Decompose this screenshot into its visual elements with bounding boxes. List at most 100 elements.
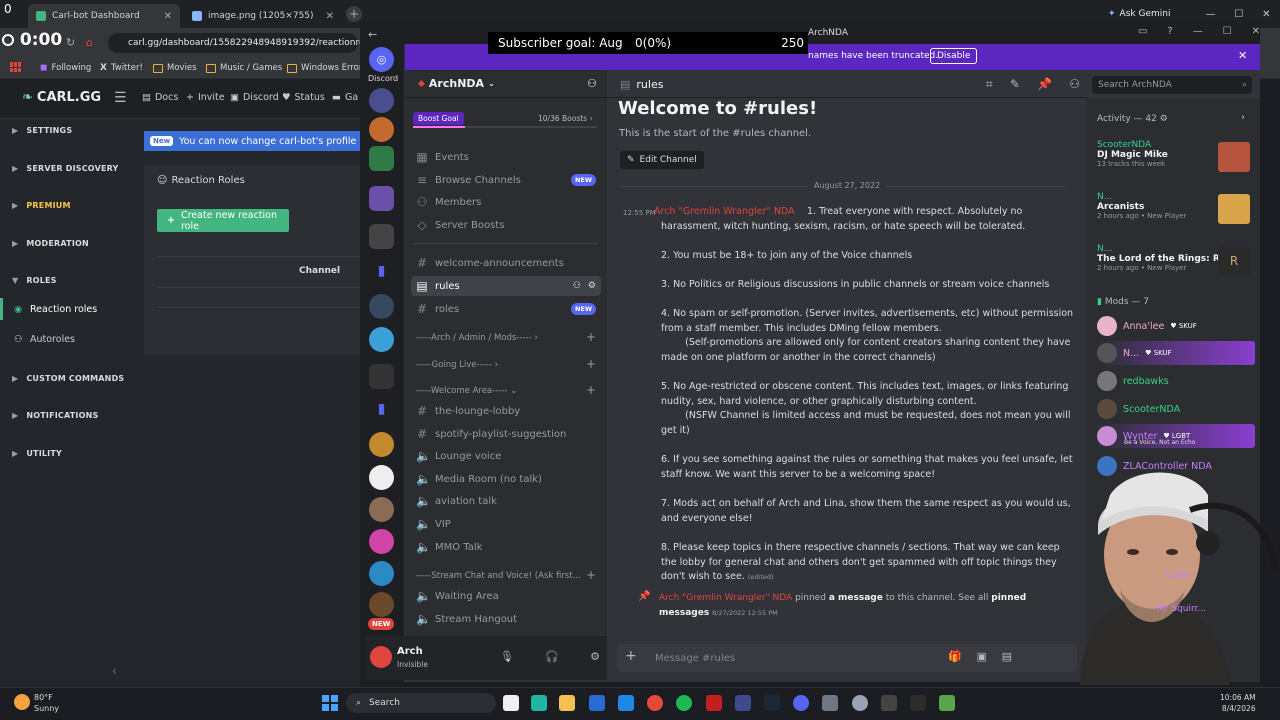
voice-aviation-talk[interactable]: 🔈 aviation talk (416, 494, 497, 508)
section-premium[interactable]: ▶ PREMIUM (12, 201, 71, 210)
app-icon[interactable] (531, 695, 547, 711)
gear-icon[interactable]: ⚙ (590, 650, 600, 663)
microphone-icon[interactable]: 🎙 (500, 650, 514, 663)
voice-stream-hangout[interactable]: 🔈 Stream Hangout (416, 612, 517, 626)
section-server-discovery[interactable]: ▶ SERVER DISCOVERY (12, 164, 119, 173)
pin-icon[interactable]: 📌 (1037, 77, 1052, 92)
boost-goal-badge[interactable]: Boost Goal (413, 112, 464, 125)
app-icon[interactable] (881, 695, 897, 711)
hamburger-menu-icon[interactable]: ☰ (114, 90, 127, 106)
folder-icon[interactable]: ▮ (369, 401, 394, 426)
section-moderation[interactable]: ▶ MODERATION (12, 239, 89, 248)
server-icon[interactable] (369, 529, 394, 554)
app-icon[interactable] (910, 695, 926, 711)
nav-members[interactable]: ⚇ Members (416, 195, 482, 209)
server-folder-icon[interactable] (369, 224, 394, 249)
pin-message-link[interactable]: a message (829, 593, 883, 603)
help-icon[interactable]: ? (1167, 26, 1172, 37)
mute-icon[interactable]: ✎ (1010, 77, 1020, 92)
category-going-live[interactable]: -----Going Live----- › (416, 360, 498, 370)
server-icon[interactable] (369, 592, 394, 617)
channel-roles[interactable]: # roles NEW (416, 302, 596, 316)
avatar[interactable] (370, 646, 392, 668)
voice-vip[interactable]: 🔈 VIP (416, 517, 451, 531)
add-channel-icon[interactable]: + (586, 568, 596, 582)
close-icon[interactable]: ✕ (1252, 26, 1260, 37)
category-welcome-area[interactable]: -----Welcome Area----- ⌄ (416, 386, 517, 396)
channel-welcome-announcements[interactable]: # welcome-announcements (416, 256, 564, 270)
new-feature-banner[interactable]: New You can now change carl-bot's profil… (144, 131, 360, 151)
member-partial[interactable]: Cudix (1165, 571, 1191, 581)
app-icon[interactable] (822, 695, 838, 711)
tab-image[interactable]: image.png (1205×755) ✕ (184, 4, 342, 28)
app-icon[interactable] (589, 695, 605, 711)
nav-invite[interactable]: + Invite (186, 92, 225, 103)
taskbar-clock[interactable]: 10:06 AM 8/4/2026 (1220, 692, 1256, 714)
channel-rules[interactable]: ▤ rules ⚇ ⚙ (416, 279, 596, 293)
bookmark-windows-error[interactable]: Windows Error (287, 60, 362, 76)
server-icon[interactable] (369, 88, 394, 113)
file-explorer-icon[interactable] (559, 695, 575, 711)
nav-browse-channels[interactable]: ≡ Browse Channels NEW (416, 173, 596, 187)
gear-icon[interactable]: ⚙ (588, 281, 596, 291)
server-icon[interactable] (369, 432, 394, 457)
gift-icon[interactable]: 🎁 (948, 650, 962, 663)
add-channel-icon[interactable]: + (586, 357, 596, 371)
voice-media-room[interactable]: 🔈 Media Room (no talk) (416, 472, 542, 486)
voice-mmo-talk[interactable]: 🔈 MMO Talk (416, 540, 482, 554)
invite-icon[interactable]: ⚇ (587, 77, 597, 90)
members-icon[interactable]: ⚇ (1069, 77, 1080, 92)
discord-taskbar-icon[interactable] (793, 695, 809, 711)
add-attachment-icon[interactable]: + (625, 648, 637, 664)
server-header[interactable]: ◆ ArchNDA ⌄ ⚇ (405, 70, 607, 98)
app-icon[interactable] (735, 695, 751, 711)
headphones-icon[interactable]: 🎧 (545, 650, 559, 663)
nav-server-boosts[interactable]: ◇ Server Boosts (416, 218, 504, 232)
url-input[interactable]: carl.gg/dashboard/155822948948919392/rea… (108, 33, 377, 53)
carl-logo[interactable]: ❧ CARL.GG (22, 90, 101, 105)
new-tab-icon[interactable]: + (346, 6, 362, 22)
nav-events[interactable]: ▦ Events (416, 150, 469, 164)
voice-lounge[interactable]: 🔈 Lounge voice (416, 449, 501, 463)
maximize-icon[interactable]: ☐ (1234, 9, 1243, 20)
section-notifications[interactable]: ▶ NOTIFICATIONS (12, 411, 98, 420)
maximize-icon[interactable]: ☐ (1223, 26, 1232, 37)
server-folder-icon[interactable] (369, 186, 394, 211)
chrome-icon[interactable] (647, 695, 663, 711)
bookmark-following[interactable]: ◼ Following (40, 60, 91, 76)
add-channel-icon[interactable]: + (586, 383, 596, 397)
server-icon[interactable] (369, 465, 394, 490)
channel-spotify-playlist-suggestion[interactable]: # spotify-playlist-suggestion (416, 427, 566, 441)
apps-grid-icon[interactable] (10, 62, 21, 72)
message-author[interactable]: Arch "Gremlin Wrangler" NDA (654, 206, 795, 217)
home-icon[interactable]: ⌂ (86, 36, 93, 49)
add-channel-icon[interactable]: + (586, 330, 596, 344)
close-icon[interactable]: ✕ (1262, 9, 1270, 20)
nav-discord[interactable]: ▣ Discord (230, 92, 279, 103)
tab-close-icon[interactable]: ✕ (326, 11, 334, 22)
spotify-icon[interactable] (676, 695, 692, 711)
bookmark-movies[interactable]: Movies (153, 60, 197, 76)
minimize-icon[interactable]: — (1193, 26, 1203, 37)
app-icon[interactable] (618, 695, 634, 711)
app-icon[interactable] (852, 695, 868, 711)
gif-icon[interactable]: ▣ (976, 650, 986, 663)
member-item[interactable]: Anna'lee ♥ SKUF (1097, 316, 1197, 336)
weather-widget[interactable]: 80°F Sunny (34, 692, 59, 714)
nav-status[interactable]: ♥ Status (282, 92, 325, 103)
server-icon[interactable] (369, 294, 394, 319)
threads-icon[interactable]: ⌗ (986, 77, 993, 92)
app-icon[interactable] (939, 695, 955, 711)
invite-icon[interactable]: ⚇ (573, 281, 581, 291)
task-view-icon[interactable] (503, 695, 519, 711)
close-icon[interactable]: ✕ (1238, 49, 1247, 62)
nav-reaction-roles[interactable]: ◉ Reaction roles (14, 304, 97, 315)
category-stream-chat[interactable]: -----Stream Chat and Voice! (Ask first..… (416, 571, 581, 581)
voice-waiting-area[interactable]: 🔈 Waiting Area (416, 589, 499, 603)
member-item[interactable]: redbawks (1097, 371, 1169, 391)
server-icon[interactable] (369, 561, 394, 586)
nav-docs[interactable]: ▤ Docs (142, 92, 178, 103)
app-icon[interactable] (706, 695, 722, 711)
bookmark-twitter[interactable]: X Twitter! (100, 60, 143, 76)
server-folder-icon[interactable] (369, 146, 394, 171)
